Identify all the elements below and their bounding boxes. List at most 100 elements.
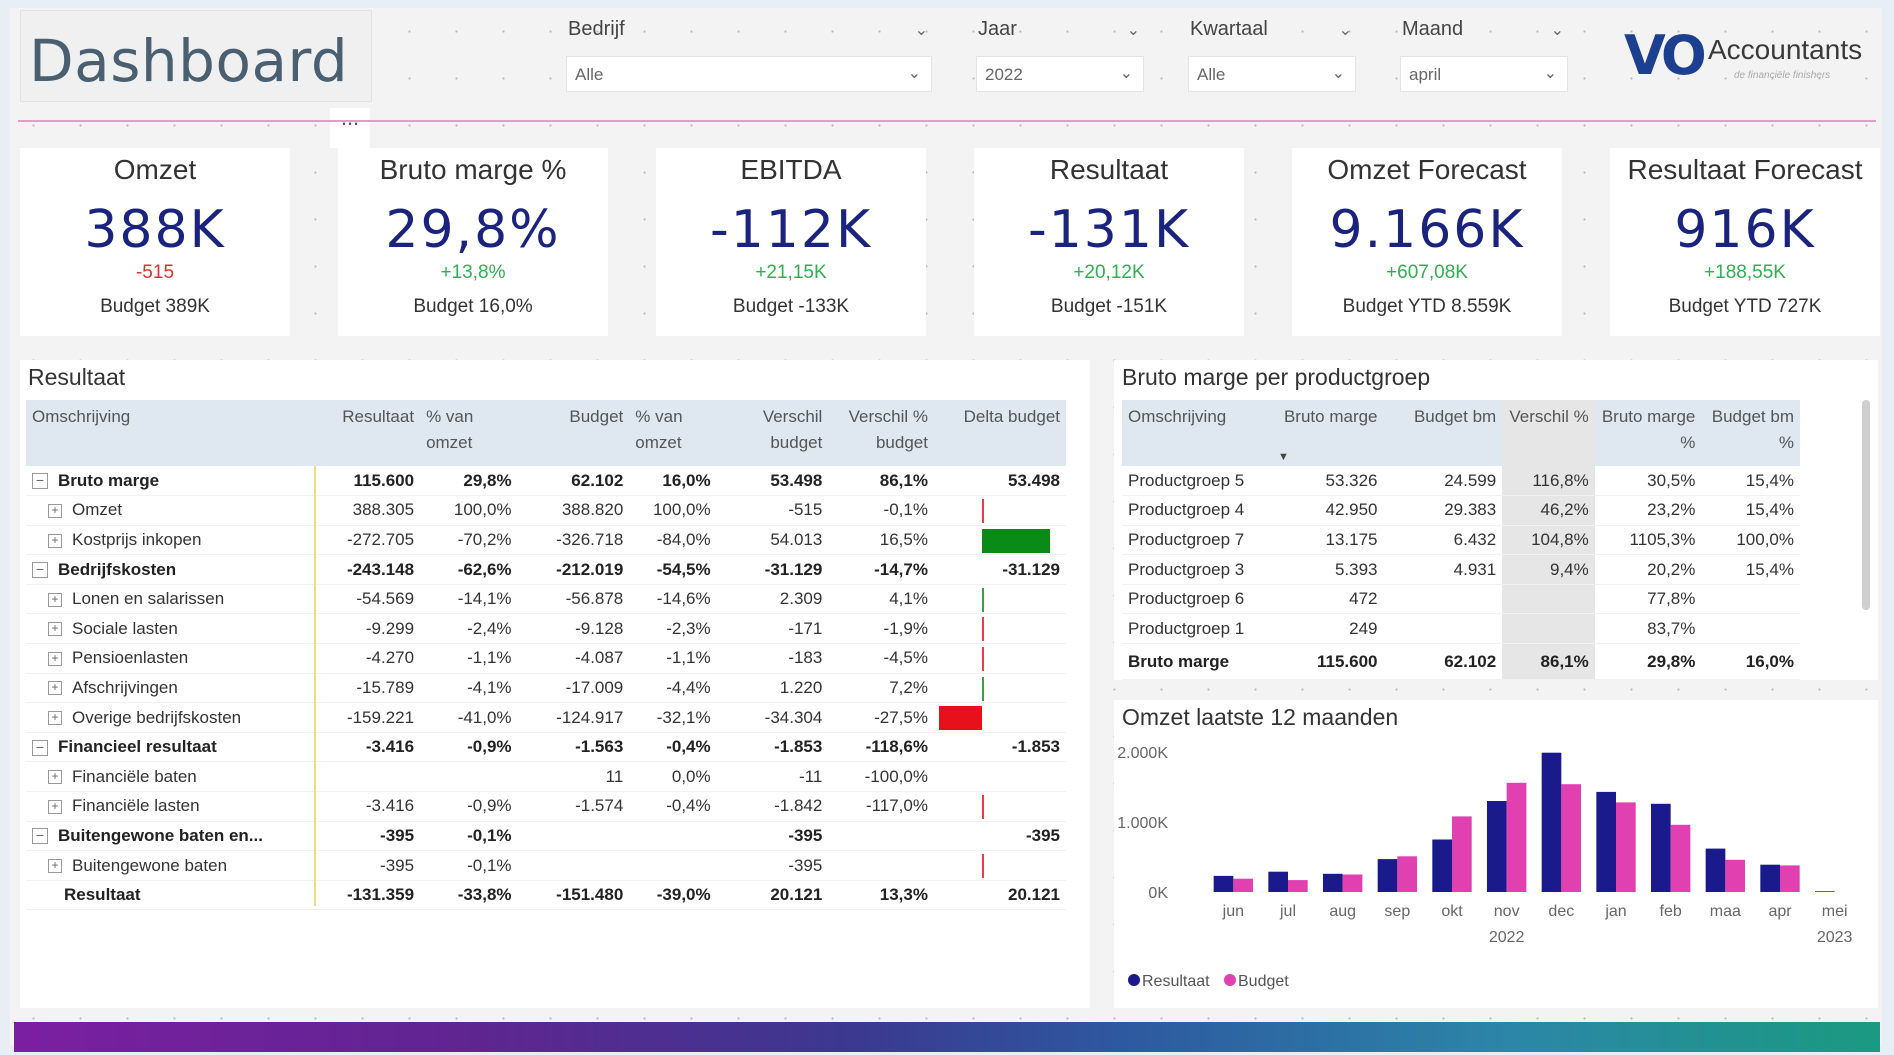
bar-resultaat[interactable] xyxy=(1760,864,1780,892)
kpi-card-ebitda[interactable]: EBITDA -112K +21,15K Budget -133K xyxy=(656,148,926,336)
slicer-maand[interactable]: Maand ⌄ april ⌄ xyxy=(1400,14,1568,92)
slicer-dropdown[interactable]: 2022 ⌄ xyxy=(976,56,1144,92)
bar-budget[interactable] xyxy=(1452,816,1472,892)
col-header[interactable]: Budget xyxy=(518,400,630,466)
bar-budget[interactable] xyxy=(1670,824,1691,892)
col-header[interactable]: Budget bm % xyxy=(1701,400,1800,466)
table-row[interactable]: + Omzet 388.305 100,0% 388.820 100,0% -515 -0,1… xyxy=(26,495,1066,526)
expand-icon[interactable]: + xyxy=(48,711,62,726)
bar-resultaat[interactable] xyxy=(1432,839,1452,893)
slicer-dropdown[interactable]: Alle ⌄ xyxy=(566,56,932,92)
slicer-kwartaal[interactable]: Kwartaal ⌄ Alle ⌄ xyxy=(1188,14,1356,92)
table-row[interactable]: − Bruto marge 115.600 29,8% 62.102 16,0% 53.49… xyxy=(26,466,1066,497)
bar-budget[interactable] xyxy=(1780,865,1800,892)
table-row[interactable]: + Financiële lasten -3.416 -0,9% -1.574 -0,4%… xyxy=(26,791,1066,822)
chevron-down-icon[interactable]: ⌄ xyxy=(1339,20,1352,40)
table-row[interactable]: + Financiële baten 11 0,0% -11 -100,0% xyxy=(26,761,1066,793)
kpi-card-resultaat[interactable]: Resultaat -131K +20,12K Budget -151K xyxy=(974,148,1244,336)
expand-icon[interactable]: + xyxy=(48,859,62,874)
collapse-icon[interactable]: − xyxy=(32,739,48,756)
table-row[interactable]: + Buitengewone baten -395 -0,1% -395 xyxy=(26,850,1066,881)
table-row[interactable]: + Overige bedrijfskosten -159.221 -41,0% -12… xyxy=(26,702,1066,733)
chevron-down-icon[interactable]: ⌄ xyxy=(1551,20,1564,40)
chevron-down-icon[interactable]: ⌄ xyxy=(915,20,928,40)
table-row[interactable]: Resultaat -131.359 -33,8% -151.480 -39,0% 20.… xyxy=(26,880,1066,911)
table-row[interactable]: Productgroep 4 42.950 29.383 46,2% 23,2% 15,4… xyxy=(1122,495,1800,526)
y-tick-label: 2.000K xyxy=(1117,745,1168,762)
chevron-down-icon[interactable]: ⌄ xyxy=(1127,20,1140,40)
col-header[interactable]: % van omzet xyxy=(420,400,518,466)
expand-icon[interactable]: + xyxy=(48,770,62,785)
table-row[interactable]: Productgroep 7 13.175 6.432 104,8% 1105,3% 10… xyxy=(1122,525,1800,556)
chevron-down-icon[interactable]: ⌄ xyxy=(908,63,921,83)
table-row[interactable]: + Sociale lasten -9.299 -2,4% -9.128 -2,3% -17… xyxy=(26,613,1066,645)
table-row[interactable]: + Afschrijvingen -15.789 -4,1% -17.009 -4,4% 1… xyxy=(26,673,1066,704)
expand-icon[interactable]: + xyxy=(48,799,62,814)
collapse-icon[interactable]: − xyxy=(32,828,48,845)
bar-resultaat[interactable] xyxy=(1541,752,1562,892)
expand-icon[interactable]: + xyxy=(48,592,62,607)
table-row[interactable]: − Bedrijfskosten -243.148 -62,6% -212.019 -54… xyxy=(26,554,1066,585)
table-row[interactable]: − Financieel resultaat -3.416 -0,9% -1.563 -0… xyxy=(26,732,1066,763)
expand-icon[interactable]: + xyxy=(48,533,62,548)
expand-icon[interactable]: + xyxy=(48,622,62,637)
bar-resultaat[interactable] xyxy=(1705,848,1726,892)
table-row[interactable]: + Kostprijs inkopen -272.705 -70,2% -326.718… xyxy=(26,525,1066,556)
expand-icon[interactable]: + xyxy=(48,503,62,518)
chevron-down-icon[interactable]: ⌄ xyxy=(1332,63,1345,83)
expand-icon[interactable]: + xyxy=(48,681,62,696)
bar-resultaat[interactable] xyxy=(1322,873,1343,892)
bar-resultaat[interactable] xyxy=(1650,803,1671,892)
slicer-dropdown[interactable]: april ⌄ xyxy=(1400,56,1568,92)
kpi-card-resultaat-forecast[interactable]: Resultaat Forecast 916K +188,55K Budget … xyxy=(1610,148,1880,336)
table-row[interactable]: Productgroep 5 53.326 24.599 116,8% 30,5% 15,… xyxy=(1122,466,1800,497)
col-header[interactable]: % van omzet xyxy=(629,400,716,466)
bar-budget[interactable] xyxy=(1561,784,1582,892)
bar-resultaat[interactable] xyxy=(1486,801,1507,892)
slicer-dropdown[interactable]: Alle ⌄ xyxy=(1188,56,1356,92)
col-header[interactable]: Verschil % xyxy=(1502,400,1595,466)
bar-resultaat[interactable] xyxy=(1596,791,1616,892)
col-header[interactable]: Omschrijving ▼ xyxy=(1122,400,1289,466)
bar-budget[interactable] xyxy=(1342,874,1363,893)
table-row[interactable]: Productgroep 6 472 77,8% xyxy=(1122,584,1800,615)
slicer-bedrijf[interactable]: Bedrijf ⌄ Alle ⌄ xyxy=(566,14,932,92)
scrollbar[interactable] xyxy=(1862,400,1870,610)
table-row[interactable]: Productgroep 3 5.393 4.931 9,4% 20,2% 15,4% xyxy=(1122,554,1800,585)
bar-resultaat[interactable] xyxy=(1268,871,1288,892)
bar-budget[interactable] xyxy=(1616,802,1636,892)
col-header[interactable]: Delta budget xyxy=(934,400,1066,466)
bar-resultaat[interactable] xyxy=(1377,859,1398,892)
bar-budget[interactable] xyxy=(1288,880,1308,892)
table-row[interactable]: + Pensioenlasten -4.270 -1,1% -4.087 -1,1% -18… xyxy=(26,643,1066,674)
omzet-bar-chart[interactable]: 0K 1.000K 2.000K jun jul aug sep okt nov dec jan fe… xyxy=(1114,700,1878,1008)
expand-icon[interactable]: + xyxy=(48,651,62,666)
bar-resultaat[interactable] xyxy=(1213,875,1234,892)
chevron-down-icon[interactable]: ⌄ xyxy=(1544,63,1557,83)
more-options-icon[interactable]: ... xyxy=(330,107,370,148)
col-header[interactable]: Bruto marge xyxy=(1273,400,1384,466)
col-header[interactable]: Verschil budget xyxy=(717,400,829,466)
kpi-card-omzet-forecast[interactable]: Omzet Forecast 9.166K +607,08K Budget YT… xyxy=(1292,148,1562,336)
table-row[interactable]: − Buitengewone baten en... -395 -0,1% -395 -3… xyxy=(26,821,1066,852)
kpi-card-bruto-marge[interactable]: Bruto marge % 29,8% +13,8% Budget 16,0% xyxy=(338,148,608,336)
slicer-jaar[interactable]: Jaar ⌄ 2022 ⌄ xyxy=(976,14,1144,92)
bar-budget[interactable] xyxy=(1506,782,1527,892)
col-header[interactable]: Budget bm xyxy=(1384,400,1503,466)
table-row[interactable]: Productgroep 1 249 83,7% xyxy=(1122,613,1800,645)
col-header[interactable]: Omschrijving xyxy=(26,400,323,466)
col-header[interactable]: Bruto marge % xyxy=(1595,400,1702,466)
kpi-card-omzet[interactable]: Omzet 388K -515 Budget 389K xyxy=(20,148,290,336)
bar-budget[interactable] xyxy=(1725,859,1746,892)
table-row[interactable]: + Lonen en salarissen -54.569 -14,1% -56.878… xyxy=(26,584,1066,615)
bar-budget[interactable] xyxy=(1233,878,1254,892)
sort-down-icon[interactable]: ▼ xyxy=(1278,444,1289,470)
collapse-icon[interactable]: − xyxy=(32,473,48,490)
total-row[interactable]: Bruto marge 115.600 62.102 86,1% 29,8% 16,0% xyxy=(1122,643,1800,681)
col-header[interactable]: Resultaat xyxy=(323,400,421,466)
bar-budget[interactable] xyxy=(1397,856,1418,892)
collapse-icon[interactable]: − xyxy=(32,562,48,579)
col-header[interactable]: Verschil % budget xyxy=(828,400,934,466)
chevron-down-icon[interactable]: ⌄ xyxy=(1120,63,1133,83)
bar-resultaat[interactable] xyxy=(1814,891,1835,892)
